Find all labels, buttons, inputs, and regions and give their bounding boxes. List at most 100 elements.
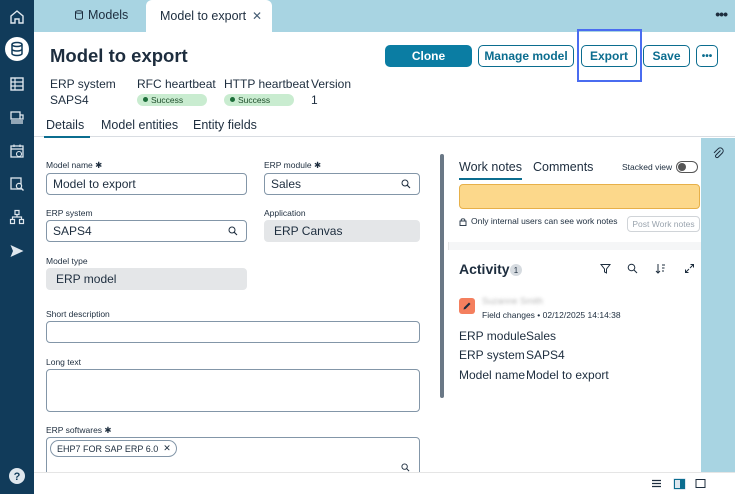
save-button[interactable]: Save (643, 45, 690, 67)
export-highlight (577, 29, 642, 82)
meta-version-label: Version (311, 77, 352, 91)
tab-work-notes[interactable]: Work notes (459, 160, 522, 180)
tab-comments[interactable]: Comments (533, 160, 593, 174)
hierarchy-icon[interactable] (6, 206, 28, 228)
model-type-field: ERP model (46, 268, 247, 290)
meta-erp-system-label: ERP system (50, 77, 116, 91)
nav-rail: ? (0, 0, 34, 494)
manage-model-button[interactable]: Manage model (478, 45, 574, 67)
tab-model-to-export[interactable]: Model to export ✕ (146, 0, 272, 32)
short-description-label: Short description (46, 309, 110, 319)
status-dot-icon (230, 97, 235, 102)
activity-field-value: SAPS4 (526, 348, 565, 362)
short-description-input[interactable] (46, 321, 420, 343)
more-actions-button[interactable]: ••• (696, 45, 718, 67)
side-toolbar (701, 138, 735, 472)
send-icon[interactable] (6, 240, 28, 262)
lock-icon (459, 217, 467, 226)
help-icon[interactable]: ? (6, 465, 28, 487)
application-field: ERP Canvas (264, 220, 420, 242)
erp-system-input[interactable]: SAPS4 (46, 220, 247, 242)
model-name-input[interactable]: Model to export (46, 173, 247, 195)
activity-field-value: Model to export (526, 368, 609, 382)
post-work-notes-button[interactable]: Post Work notes (627, 216, 700, 232)
search-icon[interactable] (401, 179, 411, 189)
svg-text:?: ? (14, 471, 21, 483)
application-label: Application (264, 208, 306, 218)
activity-field-key: ERP module (459, 329, 527, 343)
meta-version: Version 1 (311, 77, 351, 107)
activity-count-badge: 1 (510, 264, 522, 276)
long-text-label: Long text (46, 357, 81, 367)
sort-icon[interactable] (655, 263, 666, 274)
status-badge: Success (137, 93, 207, 106)
stacked-view-label: Stacked view (622, 162, 673, 172)
meta-http-heartbeat: HTTP heartbeat Success (224, 77, 309, 106)
tab-model-entities[interactable]: Model entities (101, 118, 178, 132)
meta-http-label: HTTP heartbeat (224, 77, 310, 91)
tab-entity-fields[interactable]: Entity fields (193, 118, 257, 132)
erp-softwares-label: ERP softwares ✱ (46, 425, 112, 435)
activity-user-name: Suzanne Smith (482, 296, 544, 306)
erp-software-token-label: EHP7 FOR SAP ERP 6.0 (57, 443, 159, 454)
search-icon[interactable] (401, 463, 410, 472)
activity-title: Activity (459, 261, 510, 277)
meta-rfc-heartbeat: RFC heartbeat Success (137, 77, 216, 106)
model-name-label: Model name ✱ (46, 160, 103, 170)
clone-button[interactable]: Clone (385, 45, 472, 67)
search-doc-icon[interactable] (6, 173, 28, 195)
tab-models-label: Models (88, 8, 129, 22)
status-dot-icon (143, 97, 148, 102)
close-icon[interactable]: ✕ (252, 9, 262, 23)
activity-field-row: ERP module Sales (459, 329, 556, 343)
meta-version-value: 1 (311, 93, 318, 107)
edit-avatar-icon (459, 298, 475, 314)
form-scrollbar[interactable] (440, 154, 444, 398)
database-icon[interactable] (5, 37, 29, 61)
transport-icon[interactable] (6, 106, 28, 128)
stacked-view-toggle[interactable] (676, 161, 698, 173)
search-icon[interactable] (228, 226, 238, 236)
long-text-textarea[interactable] (46, 369, 420, 412)
attachment-icon[interactable] (712, 147, 724, 159)
page-title: Model to export (50, 45, 188, 66)
erp-module-label: ERP module ✱ (264, 160, 322, 170)
database-icon (75, 10, 83, 20)
split-view-icon[interactable] (673, 478, 686, 490)
status-badge: Success (224, 93, 294, 106)
activity-field-row: Model name Model to export (459, 368, 609, 382)
expand-icon[interactable] (684, 263, 695, 274)
work-notes-input[interactable] (459, 184, 700, 209)
erp-module-value: Sales (271, 177, 302, 191)
rfc-status-text: Success (151, 94, 184, 105)
filter-icon[interactable] (600, 263, 611, 274)
tab-models[interactable]: Models (74, 8, 128, 22)
schedule-icon[interactable] (6, 140, 28, 162)
activity-field-value: Sales (526, 329, 557, 343)
erp-software-token[interactable]: EHP7 FOR SAP ERP 6.0 ✕ (50, 440, 177, 457)
tab-bar: Models Model to export ✕ ••• (34, 0, 735, 32)
erp-module-input[interactable]: Sales (264, 173, 420, 195)
search-icon[interactable] (627, 263, 638, 274)
footer-bar (34, 472, 735, 494)
remove-token-icon[interactable]: ✕ (163, 443, 171, 454)
meta-rfc-label: RFC heartbeat (137, 77, 216, 91)
list-view-icon[interactable] (651, 478, 662, 489)
meta-erp-system-value: SAPS4 (50, 93, 89, 107)
tab-details[interactable]: Details (43, 118, 91, 138)
erp-system-label: ERP system (46, 208, 93, 218)
http-status-text: Success (238, 94, 271, 105)
erp-system-value: SAPS4 (53, 224, 92, 238)
internal-hint-text: Only internal users can see work notes (471, 216, 618, 226)
model-type-label: Model type (46, 256, 88, 266)
meta-erp-system: ERP system SAPS4 (50, 77, 116, 107)
table-icon[interactable] (6, 73, 28, 95)
panel-view-icon[interactable] (695, 478, 706, 489)
internal-hint: Only internal users can see work notes (459, 216, 617, 226)
home-icon[interactable] (6, 6, 28, 28)
activity-change-meta: Field changes • 02/12/2025 14:14:38 (482, 310, 621, 320)
activity-field-key: Model name (459, 368, 526, 382)
activity-field-row: ERP system SAPS4 (459, 348, 565, 362)
more-icon[interactable]: ••• (715, 6, 728, 22)
detail-tabs: Details Model entities Entity fields (34, 113, 735, 138)
